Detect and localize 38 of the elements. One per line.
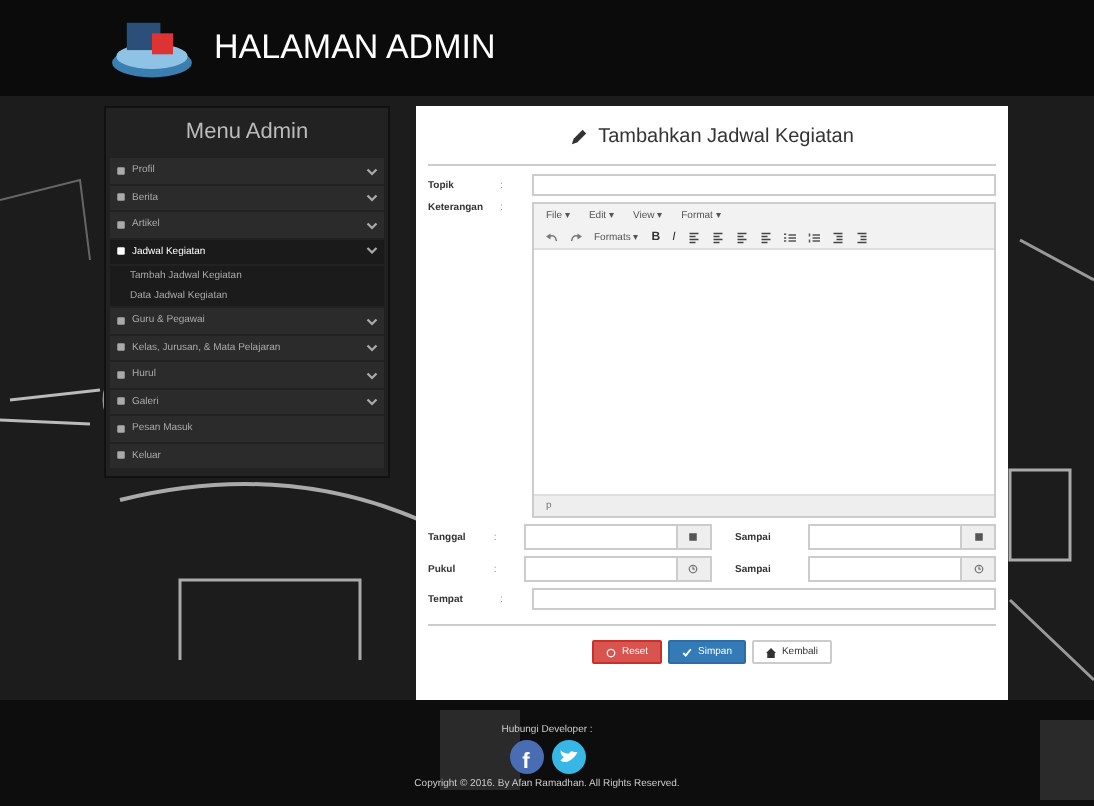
menu-icon (116, 450, 126, 461)
sidebar-title: Menu Admin (183, 118, 311, 148)
calendar-icon (688, 532, 699, 542)
time-field[interactable] (523, 556, 712, 582)
topic-field[interactable] (532, 174, 996, 196)
menu-icon (116, 342, 126, 353)
undo-icon[interactable] (546, 231, 558, 243)
menu-icon (116, 192, 126, 203)
indent-icon[interactable] (831, 231, 844, 243)
date-field[interactable] (808, 524, 997, 550)
align-icon[interactable] (711, 231, 724, 243)
align-icon[interactable] (759, 231, 772, 243)
calendar-icon (973, 532, 984, 542)
circle-icon (605, 647, 616, 657)
menu-icon (116, 315, 126, 326)
check-icon (682, 647, 693, 657)
menu-icon (116, 396, 126, 407)
clock-icon (688, 564, 699, 574)
form-title: Tambahkan Jadwal Kegiatan (598, 126, 854, 148)
menu-icon (116, 246, 126, 257)
menu-icon (116, 423, 126, 434)
align-icon[interactable] (687, 231, 700, 243)
redo-icon[interactable] (570, 231, 582, 243)
menu-icon (116, 165, 126, 176)
home-icon (765, 647, 776, 657)
bullet-list-icon[interactable] (783, 231, 796, 243)
date-field[interactable] (523, 524, 712, 550)
align-icon[interactable] (735, 231, 748, 243)
site-title: HALAMAN ADMIN (214, 28, 496, 68)
numbered-list-icon[interactable] (807, 231, 820, 243)
bird-button-icon[interactable] (551, 740, 585, 774)
pencil-icon (570, 128, 589, 146)
place-field[interactable] (532, 588, 996, 610)
clock-icon (973, 564, 984, 574)
menu-icon (116, 369, 126, 380)
indent-icon[interactable] (855, 231, 868, 243)
menu-icon (116, 219, 126, 230)
time-field[interactable] (808, 556, 997, 582)
